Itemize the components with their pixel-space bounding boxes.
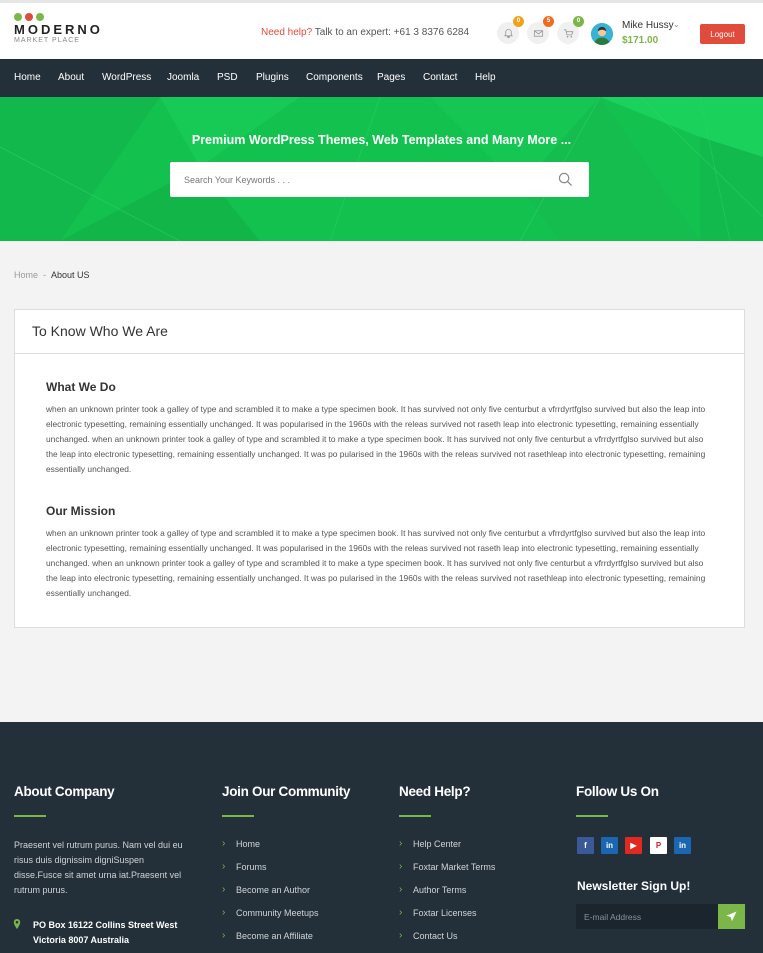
chevron-right-icon: › [222, 907, 226, 918]
about-card: To Know Who We Are What We Do when an un… [14, 309, 745, 628]
nav-item-psd[interactable]: PSD [217, 72, 238, 83]
section-body: when an unknown printer took a galley of… [46, 528, 706, 598]
help-phone: Talk to an expert: +61 3 8376 6284 [312, 27, 470, 38]
footer-link[interactable]: Author Terms [413, 885, 466, 895]
bell-icon [503, 28, 513, 38]
youtube-icon[interactable]: ▶ [625, 837, 642, 854]
hero-title: Premium WordPress Themes, Web Templates … [191, 133, 572, 147]
newsletter-title: Newsletter Sign Up! [577, 879, 691, 893]
newsletter-email-input[interactable] [576, 904, 718, 929]
newsletter-submit-button[interactable] [718, 904, 745, 929]
chevron-down-icon[interactable]: ⌄ [673, 20, 680, 29]
footer-about-text: Praesent vel rutrum purus. Nam vel dui e… [14, 840, 183, 895]
footer-link[interactable]: Contact Us [413, 931, 458, 941]
nav-item-components[interactable]: Components [306, 72, 363, 83]
page-title: To Know Who We Are [15, 310, 744, 354]
user-name[interactable]: Mike Hussy [622, 20, 674, 31]
cart-icon [563, 28, 573, 38]
footer-link[interactable]: Help Center [413, 839, 461, 849]
notifications-count: 0 [513, 16, 524, 27]
facebook-icon[interactable]: f [577, 837, 594, 854]
chevron-right-icon: › [399, 907, 403, 918]
chevron-right-icon: › [399, 861, 403, 872]
search-icon[interactable] [558, 172, 573, 187]
footer-help-title: Need Help? [399, 784, 471, 799]
nav-item-about[interactable]: About [58, 72, 84, 83]
messages-button[interactable]: 5 [527, 16, 554, 44]
avatar[interactable] [591, 23, 613, 45]
brand-logo[interactable]: MODERNO MARKET PLACE [14, 13, 103, 44]
cart-count: 0 [573, 16, 584, 27]
chevron-right-icon: › [222, 838, 226, 849]
breadcrumb-separator: - [43, 270, 47, 280]
user-balance: $171.00 [622, 35, 659, 46]
chevron-right-icon: › [222, 861, 226, 872]
user-avatar-icon [591, 23, 613, 45]
section-title: What We Do [46, 380, 116, 394]
help-prefix: Need help? [261, 27, 313, 38]
nav-item-help[interactable]: Help [475, 72, 496, 83]
footer: About Company Praesent vel rutrum purus.… [0, 722, 763, 953]
logout-button[interactable]: Logout [700, 24, 745, 44]
chevron-right-icon: › [222, 930, 226, 941]
cart-button[interactable]: 0 [557, 16, 584, 44]
footer-link[interactable]: Community Meetups [236, 908, 319, 918]
nav-item-plugins[interactable]: Plugins [256, 72, 289, 83]
search-input[interactable] [184, 162, 544, 197]
pinterest-icon[interactable]: P [650, 837, 667, 854]
map-pin-icon [13, 919, 21, 929]
linkedin-icon[interactable]: in [601, 837, 618, 854]
footer-link[interactable]: Foxtar Licenses [413, 908, 477, 918]
help-contact: Need help? Talk to an expert: +61 3 8376… [261, 27, 469, 38]
nav-item-pages[interactable]: Pages [377, 72, 405, 83]
divider [399, 815, 431, 817]
send-icon [726, 911, 737, 922]
brand-name: MODERNO [14, 22, 103, 37]
notifications-button[interactable]: 0 [497, 16, 524, 44]
top-header: MODERNO MARKET PLACE Need help? Talk to … [0, 0, 763, 63]
section-title: Our Mission [46, 504, 116, 518]
section-what-we-do: What We Do when an unknown printer took … [46, 380, 716, 477]
footer-address: PO Box 16122 Collins Street West Victori… [33, 920, 178, 945]
divider [576, 815, 608, 817]
footer-about-title: About Company [14, 784, 115, 799]
footer-link[interactable]: Become an Affiliate [236, 931, 313, 941]
chevron-right-icon: › [399, 838, 403, 849]
footer-follow-title: Follow Us On [576, 784, 659, 799]
messages-count: 5 [543, 16, 554, 27]
linkedin-icon[interactable]: in [674, 837, 691, 854]
breadcrumb-current: About US [51, 270, 90, 280]
footer-link[interactable]: Home [236, 839, 260, 849]
section-our-mission: Our Mission when an unknown printer took… [46, 504, 716, 601]
footer-community-title: Join Our Community [222, 784, 351, 799]
brand-tagline: MARKET PLACE [14, 37, 80, 44]
divider [222, 815, 254, 817]
nav-item-contact[interactable]: Contact [423, 72, 457, 83]
hero-banner: Premium WordPress Themes, Web Templates … [0, 97, 763, 241]
search-box [170, 162, 589, 197]
breadcrumb: Home - About US [14, 270, 90, 280]
divider [14, 815, 46, 817]
envelope-icon [533, 29, 543, 37]
footer-link[interactable]: Forums [236, 862, 267, 872]
chevron-right-icon: › [399, 930, 403, 941]
nav-item-home[interactable]: Home [14, 72, 41, 83]
section-body: when an unknown printer took a galley of… [46, 404, 706, 474]
main-nav: Home About WordPress Joomla PSD Plugins … [0, 59, 763, 97]
chevron-right-icon: › [222, 884, 226, 895]
breadcrumb-home[interactable]: Home [14, 270, 38, 280]
chevron-right-icon: › [399, 884, 403, 895]
footer-link[interactable]: Foxtar Market Terms [413, 862, 495, 872]
logo-dots [14, 13, 103, 21]
footer-link[interactable]: Become an Author [236, 885, 310, 895]
nav-item-wordpress[interactable]: WordPress [102, 72, 151, 83]
nav-item-joomla[interactable]: Joomla [167, 72, 199, 83]
